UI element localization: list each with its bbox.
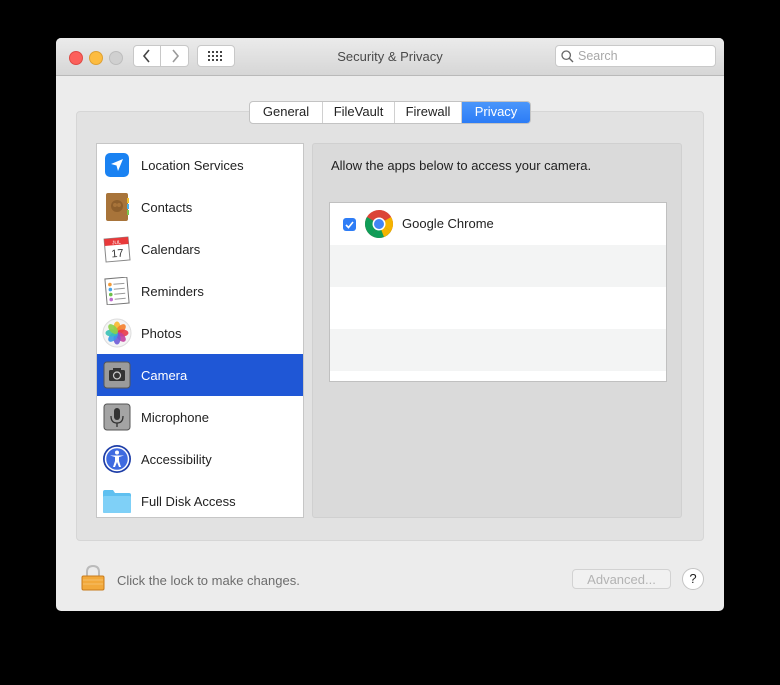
app-list: Google Chrome <box>329 202 667 382</box>
sidebar-item-label: Photos <box>141 325 182 341</box>
svg-text:17: 17 <box>111 247 124 260</box>
pane-description: Allow the apps below to access your came… <box>331 158 592 173</box>
empty-row <box>330 245 666 287</box>
reminders-list-icon <box>102 276 132 306</box>
camera-icon <box>102 360 132 390</box>
tab-general[interactable]: General <box>250 102 323 123</box>
sidebar-item-label: Accessibility <box>141 451 212 467</box>
sidebar-item-calendars[interactable]: JUL 17 Calendars <box>97 228 303 270</box>
accessibility-icon <box>102 444 132 474</box>
sidebar-item-microphone[interactable]: Microphone <box>97 396 303 438</box>
sidebar-item-location-services[interactable]: Location Services <box>97 144 303 186</box>
sidebar-item-contacts[interactable]: Contacts <box>97 186 303 228</box>
sidebar-item-label: Microphone <box>141 409 209 425</box>
tab-bar: General FileVault Firewall Privacy <box>249 101 531 124</box>
privacy-category-list: Location Services Contacts JUL 17 Calenda… <box>96 143 304 518</box>
sidebar-item-reminders[interactable]: Reminders <box>97 270 303 312</box>
search-icon <box>561 50 574 63</box>
sidebar-item-label: Location Services <box>141 157 244 173</box>
sidebar-item-label: Full Disk Access <box>141 493 236 509</box>
search-field[interactable] <box>555 45 716 67</box>
title-bar: Security & Privacy <box>56 38 724 76</box>
location-arrow-icon <box>102 150 132 180</box>
svg-text:JUL: JUL <box>112 240 122 247</box>
chrome-icon <box>365 210 393 238</box>
checkmark-icon <box>345 220 354 229</box>
sidebar-item-accessibility[interactable]: Accessibility <box>97 438 303 480</box>
sidebar-item-label: Calendars <box>141 241 201 257</box>
lock-icon[interactable] <box>80 564 106 592</box>
tab-privacy[interactable]: Privacy <box>462 102 530 123</box>
tab-firewall[interactable]: Firewall <box>395 102 462 123</box>
app-row[interactable]: Google Chrome <box>330 203 666 245</box>
advanced-button[interactable]: Advanced... <box>572 569 671 589</box>
lock-status-text: Click the lock to make changes. <box>117 573 300 588</box>
sidebar-item-label: Reminders <box>141 283 204 299</box>
empty-row <box>330 287 666 329</box>
contacts-book-icon <box>102 192 132 222</box>
security-privacy-window: Security & Privacy General FileVault Fir… <box>56 38 724 611</box>
sidebar-item-label: Contacts <box>141 199 193 215</box>
sidebar-item-photos[interactable]: Photos <box>97 312 303 354</box>
empty-row <box>330 329 666 371</box>
sidebar-item-camera[interactable]: Camera <box>97 354 303 396</box>
search-input[interactable] <box>578 48 708 64</box>
sidebar-item-label: Camera <box>141 367 188 383</box>
tab-filevault[interactable]: FileVault <box>323 102 395 123</box>
folder-icon <box>102 486 132 516</box>
app-name: Google Chrome <box>402 216 494 231</box>
calendar-icon: JUL 17 <box>102 234 132 264</box>
help-button[interactable]: ? <box>682 568 704 590</box>
camera-permissions-pane: Allow the apps below to access your came… <box>312 143 682 518</box>
photos-flower-icon <box>102 318 132 348</box>
app-checkbox[interactable] <box>343 218 356 231</box>
microphone-icon <box>102 402 132 432</box>
sidebar-item-full-disk-access[interactable]: Full Disk Access <box>97 480 303 517</box>
